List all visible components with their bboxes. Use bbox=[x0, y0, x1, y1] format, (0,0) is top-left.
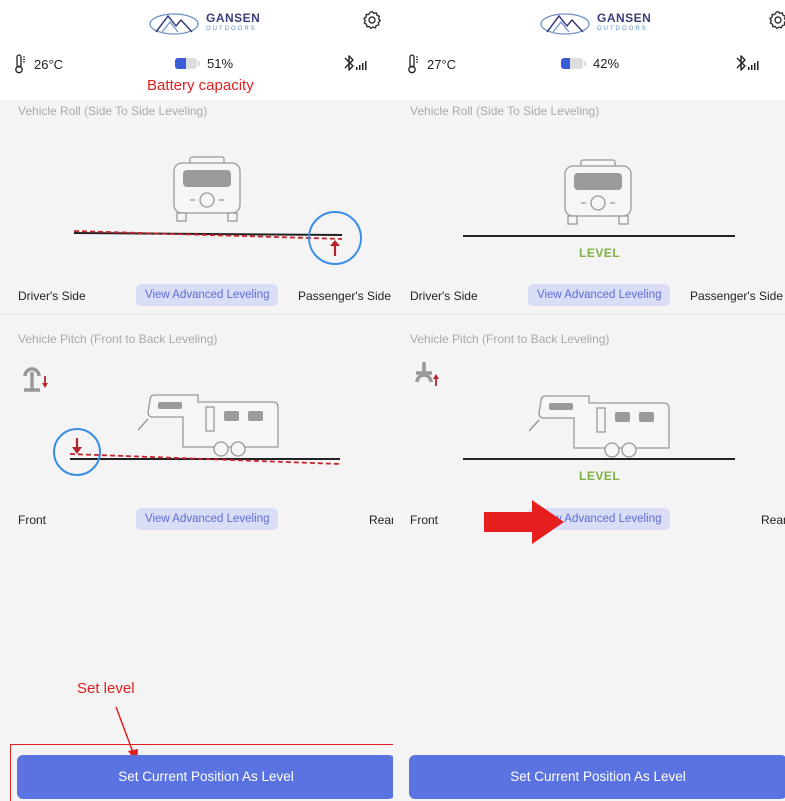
roll-level-indicator bbox=[73, 211, 362, 265]
set-level-button[interactable]: Set Current Position As Level bbox=[409, 755, 785, 799]
pitch-ground-line bbox=[463, 458, 735, 460]
divider bbox=[0, 314, 393, 315]
header: GANSEN OUTDOORS 26°C 51% Battery capacit… bbox=[0, 0, 393, 100]
bluetooth-signal-icon[interactable] bbox=[735, 53, 761, 73]
roll-right-label: Passenger's Side bbox=[690, 289, 784, 303]
left-screen: GANSEN OUTDOORS 26°C 51% Battery capacit… bbox=[0, 0, 393, 801]
roll-left-label: Driver's Side bbox=[410, 289, 478, 303]
battery-icon bbox=[175, 58, 200, 69]
brand-sub: OUTDOORS bbox=[206, 26, 257, 32]
status-bar: 27°C 42% bbox=[393, 50, 785, 80]
pitch-level-indicator bbox=[53, 428, 341, 476]
roll-left-label: Driver's Side bbox=[18, 289, 86, 303]
pitch-left-label: Front bbox=[18, 513, 47, 527]
brand-name: GANSEN bbox=[206, 11, 261, 25]
arrow-up-icon bbox=[330, 240, 340, 256]
header: GANSEN OUTDOORS 27°C 42% bbox=[393, 0, 785, 100]
pitch-advanced-button[interactable]: View Advanced Leveling bbox=[136, 508, 279, 530]
battery-value: 51% bbox=[207, 56, 234, 71]
thermometer-icon bbox=[15, 54, 25, 74]
set-level-annotation: Set level bbox=[77, 680, 135, 697]
battery-readout: 51% bbox=[175, 56, 233, 71]
temperature-value: 26°C bbox=[34, 56, 64, 72]
status-bar: 26°C 51% bbox=[0, 50, 393, 80]
gear-icon[interactable] bbox=[768, 10, 785, 30]
mountain-logo-icon bbox=[149, 13, 199, 35]
brand-sub: OUTDOORS bbox=[597, 26, 648, 32]
arrow-down-icon bbox=[42, 376, 48, 388]
pitch-section-title: Vehicle Pitch (Front to Back Leveling) bbox=[18, 332, 218, 346]
mountain-logo-icon bbox=[540, 13, 590, 35]
right-screen: GANSEN OUTDOORS 27°C 42% Vehicle Roll (S… bbox=[393, 0, 785, 801]
thermometer-icon bbox=[408, 54, 418, 74]
brand-logo: GANSEN OUTDOORS bbox=[539, 8, 651, 36]
brand-name: GANSEN bbox=[597, 11, 652, 25]
pitch-right-label: Rear bbox=[369, 513, 393, 527]
arrow-up-icon bbox=[433, 374, 439, 386]
roll-advanced-button[interactable]: View Advanced Leveling bbox=[136, 284, 279, 306]
battery-capacity-annotation: Battery capacity bbox=[147, 77, 254, 94]
gear-icon[interactable] bbox=[362, 10, 382, 30]
battery-value: 42% bbox=[593, 56, 620, 71]
fifth-wheel-trailer-icon bbox=[529, 395, 670, 458]
roll-level-status: LEVEL bbox=[579, 246, 621, 260]
set-level-button[interactable]: Set Current Position As Level bbox=[17, 755, 393, 799]
roll-right-label: Passenger's Side bbox=[298, 289, 392, 303]
pitch-section-title: Vehicle Pitch (Front to Back Leveling) bbox=[410, 332, 610, 346]
temperature-readout: 26°C bbox=[14, 54, 63, 74]
bluetooth-signal-icon[interactable] bbox=[343, 53, 369, 73]
roll-advanced-button[interactable]: View Advanced Leveling bbox=[528, 284, 671, 306]
roll-ground-line bbox=[463, 235, 735, 237]
pitch-level-status: LEVEL bbox=[579, 469, 621, 483]
roll-section-title: Vehicle Roll (Side To Side Leveling) bbox=[410, 104, 600, 118]
temperature-readout: 27°C bbox=[407, 54, 456, 74]
brand-logo: GANSEN OUTDOORS bbox=[148, 8, 260, 36]
temperature-value: 27°C bbox=[427, 56, 457, 72]
battery-icon bbox=[561, 58, 586, 69]
divider bbox=[393, 314, 785, 315]
pitch-left-label: Front bbox=[410, 513, 439, 527]
pitch-right-label: Rear bbox=[761, 513, 785, 527]
camper-rear-icon bbox=[564, 159, 632, 225]
roll-section-title: Vehicle Roll (Side To Side Leveling) bbox=[18, 104, 208, 118]
arrow-down-icon bbox=[72, 438, 82, 454]
battery-readout: 42% bbox=[561, 56, 619, 71]
pointer-arrow-annotation bbox=[484, 500, 564, 544]
